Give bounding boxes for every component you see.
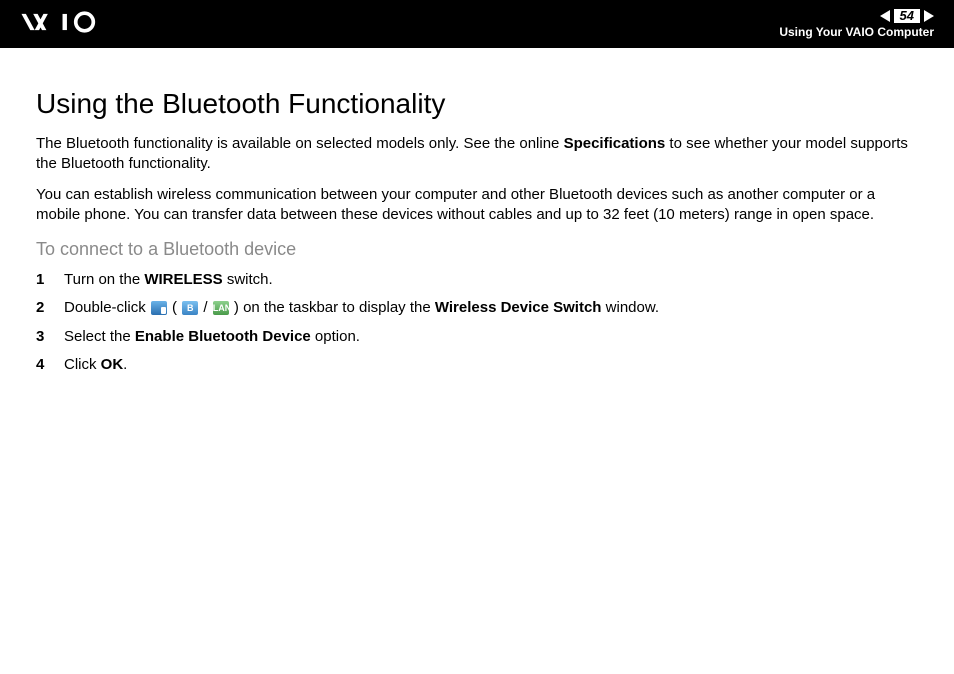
text: ) on the taskbar to display the: [230, 299, 435, 316]
step-2: Double-click ( B / LAN ) on the taskbar …: [36, 298, 918, 318]
step-3: Select the Enable Bluetooth Device optio…: [36, 327, 918, 347]
next-page-arrow-icon[interactable]: [924, 10, 934, 22]
page-content: Using the Bluetooth Functionality The Bl…: [0, 48, 954, 403]
ok-button-label: OK: [101, 356, 124, 373]
steps-list: Turn on the WIRELESS switch. Double-clic…: [36, 270, 918, 375]
prev-page-arrow-icon[interactable]: [880, 10, 890, 22]
text: (: [168, 299, 181, 316]
intro-para-2: You can establish wireless communication…: [36, 185, 918, 226]
text: window.: [601, 299, 659, 316]
lan-tray-icon: LAN: [213, 301, 229, 315]
section-name: Using Your VAIO Computer: [779, 25, 934, 39]
page-nav: 54: [880, 9, 934, 23]
subsection-title: To connect to a Bluetooth device: [36, 239, 918, 260]
header-right: 54 Using Your VAIO Computer: [779, 9, 934, 39]
text: .: [123, 356, 127, 373]
enable-bluetooth-label: Enable Bluetooth Device: [135, 328, 311, 345]
intro-para-1: The Bluetooth functionality is available…: [36, 134, 918, 175]
step-4: Click OK.: [36, 355, 918, 375]
wireless-device-switch-label: Wireless Device Switch: [435, 299, 602, 316]
text: The Bluetooth functionality is available…: [36, 135, 564, 152]
text: switch.: [223, 271, 273, 288]
step-1: Turn on the WIRELESS switch.: [36, 270, 918, 290]
text: option.: [311, 328, 360, 345]
wireless-switch-label: WIRELESS: [144, 271, 222, 288]
page-title: Using the Bluetooth Functionality: [36, 88, 918, 120]
wireless-tray-icon: [151, 301, 167, 315]
bluetooth-tray-icon: B: [182, 301, 198, 315]
page-number: 54: [894, 9, 920, 23]
text: Select the: [64, 328, 135, 345]
page-header: 54 Using Your VAIO Computer: [0, 0, 954, 48]
text: Turn on the: [64, 271, 144, 288]
text: /: [199, 299, 212, 316]
specifications-label: Specifications: [564, 135, 666, 152]
text: Click: [64, 356, 101, 373]
text: Double-click: [64, 299, 150, 316]
vaio-logo: [20, 8, 123, 40]
